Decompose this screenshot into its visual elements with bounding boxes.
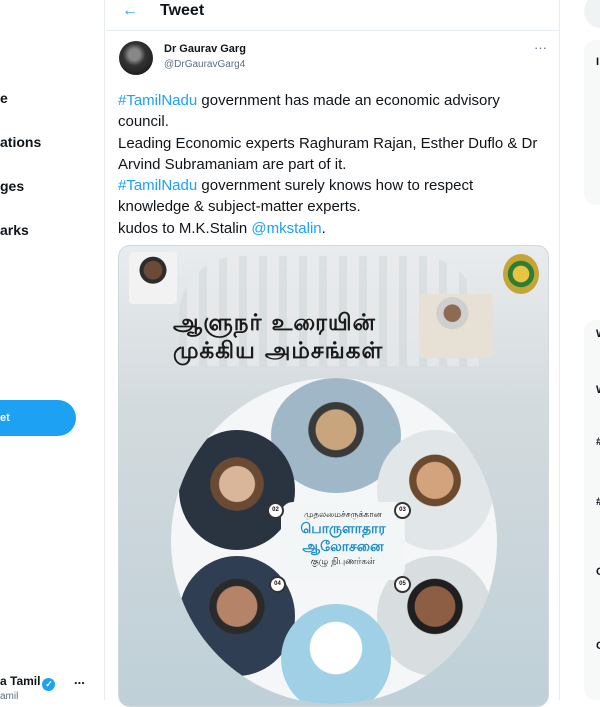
hashtag-link[interactable]: #TamilNadu: [118, 92, 197, 109]
image-heading-line-1: ஆளுநர் உரையின்: [173, 310, 376, 336]
nav-item-notifications[interactable]: ations: [0, 134, 41, 150]
mention-link[interactable]: @mkstalin: [251, 220, 321, 237]
council-label-line-2: பொருளாதார: [300, 521, 386, 537]
author-avatar[interactable]: [119, 41, 153, 75]
council-label: முதலமைச்சருக்கான பொருளாதார ஆலோசனை குழு ந…: [281, 502, 405, 580]
trends-title: W: [596, 328, 600, 340]
tweet-line-4-end: .: [321, 219, 326, 237]
expert-photo: [179, 430, 295, 550]
account-handle: amil: [0, 691, 19, 702]
portrait-photo: [129, 252, 177, 304]
author-handle[interactable]: @DrGauravGarg4: [164, 59, 245, 70]
trend-item[interactable]: #: [596, 496, 600, 508]
main-column: ← Tweet Dr Gaurav Garg @DrGauravGarg4 ··…: [106, 0, 560, 707]
search-input[interactable]: [584, 0, 600, 28]
council-label-line-1: முதலமைச்சருக்கான: [304, 510, 382, 520]
trend-item[interactable]: C: [596, 566, 600, 578]
image-heading-line-2: முக்கிய அம்சங்கள்: [173, 338, 384, 364]
page-title: Tweet: [160, 2, 205, 19]
account-more-icon[interactable]: ...: [74, 672, 85, 687]
council-label-line-3: ஆலோசனை: [302, 539, 384, 555]
left-nav: e ations ges arks et a Tamil ✓ ... amil: [0, 0, 105, 702]
trend-item[interactable]: W: [596, 384, 600, 396]
more-options-icon[interactable]: ···: [534, 40, 547, 55]
badge-02: 02: [267, 502, 284, 519]
arrow-left-icon[interactable]: ←: [122, 2, 138, 20]
badge-04: 04: [269, 576, 286, 593]
tweet-text: #TamilNadu government has made an econom…: [118, 90, 548, 239]
portrait-photo: [419, 294, 493, 358]
nav-item-home[interactable]: e: [0, 90, 8, 106]
nav-item-bookmarks[interactable]: arks: [0, 222, 29, 238]
nav-item-messages[interactable]: ges: [0, 178, 24, 194]
sidebar-text: I: [596, 56, 600, 68]
tweet-line-2: Leading Economic experts Raghuram Rajan,…: [118, 134, 538, 173]
right-column: I W W # # C C: [570, 0, 600, 700]
verified-badge-icon: ✓: [42, 678, 56, 691]
account-name: a Tamil: [0, 674, 41, 688]
tweet-image[interactable]: ஆளுநர் உரையின் முக்கிய அம்சங்கள் முதலமைச…: [118, 245, 549, 707]
trend-item[interactable]: C: [596, 640, 600, 652]
author-name[interactable]: Dr Gaurav Garg: [164, 43, 246, 55]
tweet-line-4: kudos to M.K.Stalin: [118, 219, 252, 237]
tweet-button[interactable]: et: [0, 400, 76, 436]
account-switcher[interactable]: a Tamil ✓ ... amil: [0, 672, 104, 702]
expert-photo: [179, 556, 295, 676]
badge-05: 05: [394, 576, 411, 593]
tamilnadu-map-icon: [281, 604, 391, 704]
council-label-line-4: குழு நிபுணர்கள்: [310, 557, 376, 567]
hashtag-link[interactable]: #TamilNadu: [118, 177, 197, 194]
trend-item[interactable]: #: [596, 436, 600, 448]
emblem-icon: [503, 254, 539, 294]
badge-03: 03: [394, 502, 411, 519]
page-header: ← Tweet: [106, 0, 559, 31]
